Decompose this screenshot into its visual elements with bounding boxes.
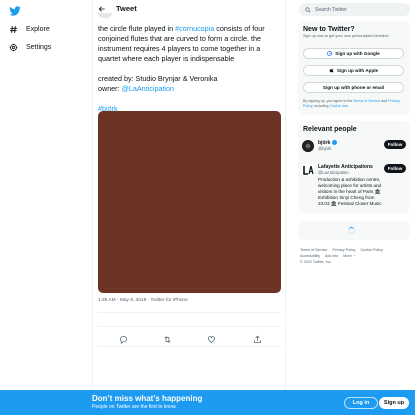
footer-link[interactable]: Privacy Policy [333, 248, 356, 252]
search-icon [305, 6, 311, 12]
tweet-actions [93, 331, 285, 344]
loading-panel [298, 221, 410, 240]
share-icon[interactable] [253, 331, 262, 343]
nav-explore-label: Explore [26, 25, 50, 33]
divider [98, 346, 281, 347]
bottom-bar-title: Don’t miss what’s happening [92, 394, 203, 403]
hash-icon [10, 25, 17, 33]
signup-google-label: Sign up with Google [335, 51, 380, 56]
google-icon [327, 51, 333, 56]
credits-line: created by: Studio Brynjar & Veronika [98, 74, 218, 83]
terms-link[interactable]: Terms of Service [353, 99, 380, 103]
bottom-bar-subtitle: People on Twitter are the first to know. [92, 404, 177, 410]
retweet-icon[interactable] [163, 331, 172, 343]
mention-link[interactable]: @LaAnticipation [122, 84, 174, 93]
search-placeholder: Search Twitter [315, 6, 347, 13]
bottom-signup-bar: Don’t miss what’s happening People on Tw… [0, 390, 415, 415]
signup-panel-title: New to Twitter? [303, 26, 355, 33]
verified-badge-icon [332, 140, 338, 146]
signup-panel-subtitle: Sign up now to get your own personalized… [303, 34, 389, 38]
twitter-logo-icon[interactable] [9, 4, 21, 16]
page-title: Tweet [116, 4, 137, 13]
main-column: Tweet the circle flute played in #cornuc… [92, 0, 286, 415]
signup-panel: New to Twitter? Sign up now to get your … [298, 21, 410, 115]
terms-text-part: . [348, 104, 350, 108]
owner-line: owner: @LaAnticipation [98, 84, 282, 94]
person-handle: @LaAnticipation [318, 170, 349, 175]
tweet-text: the circle flute played in [98, 24, 176, 33]
divider [98, 312, 281, 313]
tweet-timestamp[interactable]: 1:25 AM · May 9, 2019 · Twitter for iPho… [98, 298, 188, 303]
loading-spinner-icon [348, 227, 355, 234]
terms-text-part: By signing up, you agree to the [303, 99, 354, 103]
footer-link[interactable]: Cookie Policy [360, 248, 382, 252]
person-row[interactable]: Lafayette Anticipations @LaAnticipation … [302, 164, 406, 210]
tweet-header: Tweet [93, 0, 285, 18]
copyright: © 2022 Twitter, Inc. [300, 260, 332, 264]
footer-link[interactable]: Ads info [325, 254, 338, 258]
footer-link[interactable]: Terms of Service [300, 248, 327, 252]
follow-button[interactable]: Follow [384, 140, 406, 149]
reply-icon[interactable] [119, 331, 128, 344]
tweet-body: the circle flute played in #cornucopia c… [98, 24, 282, 114]
signup-phone-button[interactable]: Sign up with phone or email [303, 82, 404, 93]
login-button[interactable]: Log in [344, 397, 378, 409]
apple-icon [329, 68, 334, 73]
owner-label: owner: [98, 84, 122, 93]
footer-link[interactable]: Accessibility [300, 254, 320, 258]
tweet-image[interactable] [98, 111, 281, 293]
person-row[interactable]: björk @bjork Follow [302, 140, 406, 154]
footer-link[interactable]: More ··· [343, 254, 356, 258]
divider [98, 326, 281, 327]
signup-phone-label: Sign up with phone or email [322, 85, 385, 90]
relevant-people-panel: Relevant people björk @bjork Follow Lafa… [298, 121, 410, 213]
person-bio: Production & exhibition centre, welcomin… [318, 177, 382, 206]
follow-button[interactable]: Follow [384, 164, 406, 173]
signup-apple-button[interactable]: Sign up with Apple [303, 65, 404, 76]
terms-text-part: , including [312, 104, 330, 108]
signup-google-button[interactable]: Sign up with Google [303, 48, 404, 59]
cookie-link[interactable]: Cookie Use [330, 104, 349, 108]
nav-settings[interactable]: Settings [9, 40, 51, 54]
signup-apple-label: Sign up with Apple [336, 68, 379, 73]
avatar[interactable] [302, 140, 314, 152]
nav-settings-label: Settings [26, 43, 52, 51]
footer-links: Terms of Service Privacy Policy Cookie P… [300, 247, 410, 265]
search-input[interactable]: Search Twitter [299, 3, 410, 16]
nav-explore[interactable]: Explore [9, 22, 50, 36]
signup-button[interactable]: Sign up [379, 397, 409, 409]
relevant-people-title: Relevant people [303, 126, 357, 133]
like-icon[interactable] [207, 331, 216, 343]
gear-icon [9, 43, 18, 51]
avatar[interactable] [302, 164, 314, 176]
hashtag-link[interactable]: #cornucopia [175, 24, 214, 33]
person-handle: @bjork [318, 146, 332, 151]
tweet-paragraph: the circle flute played in #cornucopia c… [98, 24, 282, 64]
left-navigation: Explore Settings [0, 0, 92, 415]
terms-text: By signing up, you agree to the Terms of… [303, 99, 407, 109]
